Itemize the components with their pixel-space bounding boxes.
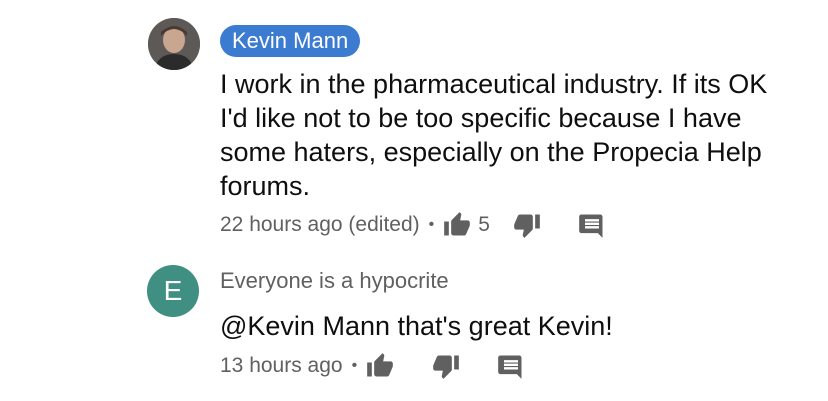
comment-timestamp[interactable]: 13 hours ago bbox=[220, 354, 343, 378]
thumbs-down-icon[interactable] bbox=[431, 352, 461, 380]
reply-icon[interactable] bbox=[497, 352, 525, 380]
comment-timestamp[interactable]: 22 hours ago (edited) bbox=[220, 213, 420, 237]
thumbs-up-icon[interactable] bbox=[442, 211, 472, 239]
thumbs-down-icon[interactable] bbox=[512, 211, 542, 239]
thumbs-up-icon[interactable] bbox=[365, 352, 395, 380]
commenter-avatar[interactable] bbox=[148, 18, 200, 70]
author-name-badge[interactable]: Kevin Mann bbox=[220, 25, 361, 57]
author-name[interactable]: Everyone is a hypocrite bbox=[220, 268, 449, 294]
comment-text: I work in the pharmaceutical industry. I… bbox=[220, 69, 768, 201]
comment-text: @Kevin Mann that's great Kevin! bbox=[220, 311, 613, 341]
comment-actions: 13 hours ago • bbox=[220, 351, 525, 381]
reply-icon[interactable] bbox=[578, 211, 606, 239]
like-count: 5 bbox=[478, 213, 490, 236]
commenter-avatar[interactable]: E bbox=[147, 265, 199, 317]
separator-dot: • bbox=[428, 216, 435, 233]
comment-actions: 22 hours ago (edited) • 5 bbox=[220, 210, 606, 240]
separator-dot: • bbox=[351, 357, 358, 374]
